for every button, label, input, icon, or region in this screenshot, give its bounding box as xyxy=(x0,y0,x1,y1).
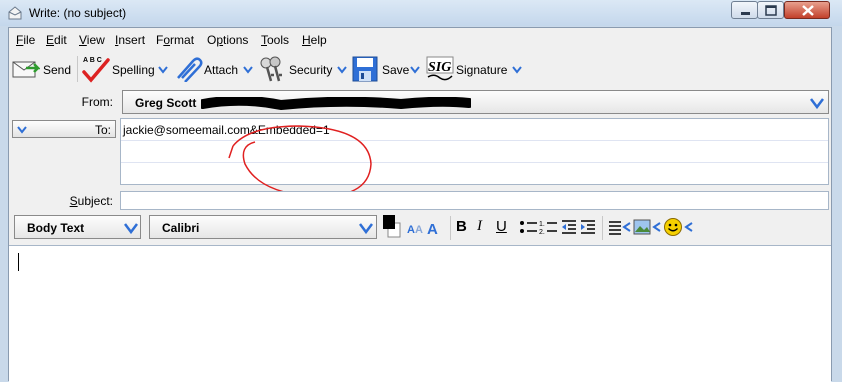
send-button[interactable]: Send xyxy=(12,56,74,82)
formatting-toolbar: Body Text Calibri A A A B I U 1. 2. xyxy=(9,214,831,244)
menu-format[interactable]: Format xyxy=(156,33,194,47)
keys-icon xyxy=(260,56,282,82)
close-button[interactable] xyxy=(784,1,830,19)
chevron-left-icon[interactable] xyxy=(622,222,632,232)
menu-tools[interactable]: Tools xyxy=(261,33,289,47)
chevron-down-icon[interactable] xyxy=(158,66,168,74)
text-caret xyxy=(18,253,19,271)
toolbar-separator xyxy=(450,216,451,240)
chevron-down-icon[interactable] xyxy=(337,66,347,74)
menu-insert[interactable]: Insert xyxy=(115,33,145,47)
menu-bar: File Edit View Insert Format Options Too… xyxy=(9,30,831,50)
menu-help[interactable]: Help xyxy=(302,33,327,47)
paragraph-style-select[interactable]: Body Text xyxy=(14,215,141,239)
minimize-button[interactable] xyxy=(731,1,758,19)
from-label: From: xyxy=(81,95,113,109)
text-color-picker[interactable] xyxy=(382,214,404,240)
from-select[interactable]: Greg Scott xyxy=(122,90,829,114)
main-toolbar: Send A B C Spelling Attach Security Save… xyxy=(9,52,831,86)
bold-button[interactable]: B xyxy=(456,218,467,238)
title-bar[interactable]: Write: (no subject) xyxy=(0,0,842,26)
paragraph-style-value: Body Text xyxy=(27,221,85,235)
svg-text:A: A xyxy=(427,221,438,238)
chevron-down-icon[interactable] xyxy=(512,66,522,74)
menu-view[interactable]: View xyxy=(79,33,105,47)
toolbar-separator xyxy=(77,56,78,82)
outdent-icon[interactable] xyxy=(560,219,578,237)
chevron-down-icon[interactable] xyxy=(410,66,420,74)
send-label: Send xyxy=(43,63,72,77)
numbered-list-icon[interactable]: 1. 2. xyxy=(539,219,559,237)
toolbar-separator xyxy=(602,216,603,240)
save-button[interactable]: Save xyxy=(352,56,422,82)
svg-text:1.: 1. xyxy=(539,221,545,228)
insert-image-icon[interactable] xyxy=(633,218,651,236)
spelling-button[interactable]: A B C Spelling xyxy=(81,56,169,83)
font-size-icon[interactable]: A A A xyxy=(406,218,446,238)
from-value: Greg Scott xyxy=(135,96,197,110)
chevron-down-icon xyxy=(17,126,27,134)
save-label: Save xyxy=(382,63,410,77)
underline-button[interactable]: U xyxy=(496,218,507,238)
compose-window: File Edit View Insert Format Options Too… xyxy=(8,27,832,382)
bullet-list-icon[interactable] xyxy=(519,219,539,237)
floppy-disk-icon xyxy=(352,56,378,82)
recipient-type-select[interactable]: To: xyxy=(12,120,116,138)
font-select[interactable]: Calibri xyxy=(149,215,377,239)
subject-label: Subject: xyxy=(69,194,113,208)
signature-icon: SIG xyxy=(426,56,454,81)
security-label: Security xyxy=(289,63,333,77)
window-title: Write: (no subject) xyxy=(29,6,127,20)
paperclip-icon xyxy=(177,57,203,82)
align-icon[interactable] xyxy=(608,219,622,237)
send-icon xyxy=(12,61,40,78)
maximize-button[interactable] xyxy=(757,1,784,19)
menu-edit[interactable]: Edit xyxy=(46,33,67,47)
sig-icon-text: SIG xyxy=(428,60,451,75)
signature-label: Signature xyxy=(456,63,508,77)
attach-label: Attach xyxy=(204,63,239,77)
chevron-down-icon[interactable] xyxy=(243,66,253,74)
message-body-editor[interactable] xyxy=(9,245,831,382)
svg-text:2.: 2. xyxy=(539,229,545,236)
subject-input[interactable] xyxy=(120,191,829,210)
smiley-icon[interactable] xyxy=(663,217,683,237)
redaction-mark xyxy=(201,97,471,111)
menu-options[interactable]: Options xyxy=(207,33,248,47)
chevron-down-icon xyxy=(359,223,373,235)
menu-file[interactable]: File xyxy=(16,33,35,47)
indent-icon[interactable] xyxy=(579,219,597,237)
chevron-down-icon[interactable] xyxy=(809,95,825,111)
to-label: To: xyxy=(94,123,111,137)
security-button[interactable]: Security xyxy=(257,56,349,82)
spelling-abc-text: A B C xyxy=(83,57,102,64)
attach-button[interactable]: Attach xyxy=(173,56,253,82)
app-icon xyxy=(8,6,22,20)
chevron-left-icon[interactable] xyxy=(684,222,694,232)
svg-text:A: A xyxy=(407,224,415,236)
signature-button[interactable]: SIG Signature xyxy=(424,56,524,82)
italic-button[interactable]: I xyxy=(477,218,482,238)
chevron-down-icon xyxy=(124,223,138,235)
spelling-icon: A B C xyxy=(82,57,110,83)
chevron-left-icon[interactable] xyxy=(652,222,662,232)
svg-text:A: A xyxy=(415,224,423,236)
font-value: Calibri xyxy=(162,221,200,235)
address-header: From: Greg Scott To: jackie@someemail.co… xyxy=(9,88,831,213)
spelling-label: Spelling xyxy=(112,63,155,77)
